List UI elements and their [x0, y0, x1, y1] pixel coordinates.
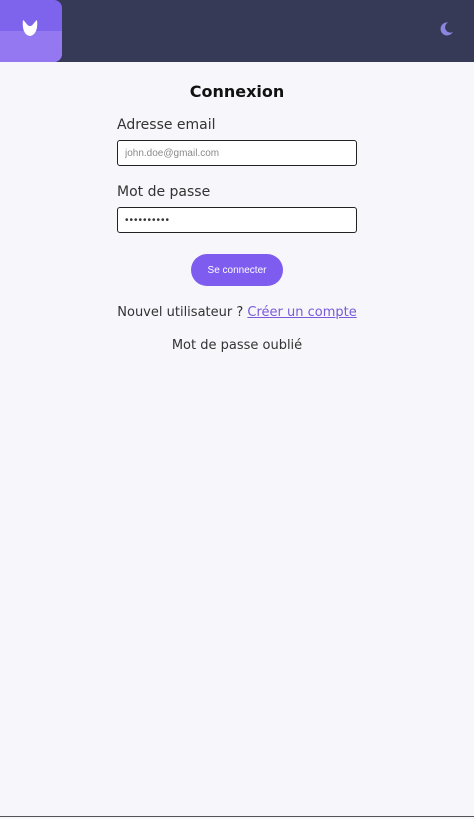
bottom-divider — [0, 816, 474, 817]
page-title: Connexion — [189, 82, 285, 101]
email-field[interactable] — [117, 140, 357, 166]
create-account-link[interactable]: Créer un compte — [247, 305, 356, 320]
forgot-password-link[interactable]: Mot de passe oublié — [0, 338, 474, 353]
login-button[interactable]: Se connecter — [191, 254, 283, 286]
moon-icon — [440, 22, 453, 36]
leaf-drop-logo-icon — [22, 20, 38, 36]
app-logo[interactable] — [0, 0, 62, 62]
signup-prompt: Nouvel utilisateur ? Créer un compte — [0, 305, 474, 320]
email-label: Adresse email — [117, 117, 216, 133]
top-bar — [0, 0, 474, 62]
new-user-text: Nouvel utilisateur ? — [117, 305, 244, 320]
password-label: Mot de passe — [117, 184, 211, 200]
theme-toggle-button[interactable] — [438, 21, 454, 37]
password-field[interactable] — [117, 207, 357, 233]
